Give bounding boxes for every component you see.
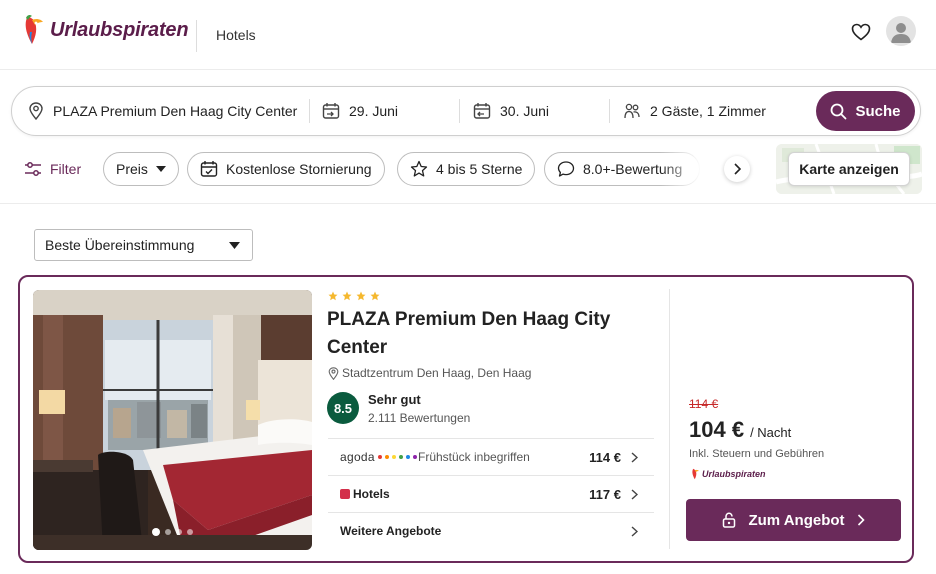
more-offers-label: Weitere Angebote (340, 524, 442, 538)
sort-select[interactable]: Beste Übereinstimmung (34, 229, 253, 261)
chip-label: Preis (116, 161, 148, 177)
top-navigation-bar: Urlaubspiraten Hotels (0, 0, 936, 70)
destination-value: PLAZA Premium Den Haag City Center (53, 103, 298, 119)
star-rating (328, 291, 380, 301)
parrot-logo-icon (692, 468, 699, 480)
header-divider (196, 20, 197, 52)
provider-logo-agoda: agoda (328, 450, 418, 464)
calendar-arrow-icon (473, 103, 491, 119)
star-icon (356, 291, 366, 301)
chip-scroll-fade (660, 150, 720, 188)
carousel-dot[interactable] (152, 528, 160, 536)
hotel-photo[interactable] (33, 290, 312, 550)
offer-price: 117 € (589, 486, 621, 502)
review-count: 2.111 Bewertungen (368, 411, 471, 425)
chevron-right-icon (734, 163, 741, 175)
chevron-right-icon (631, 451, 638, 463)
search-button[interactable]: Suche (816, 91, 915, 131)
sort-selected-value: Beste Übereinstimmung (45, 237, 195, 253)
star-icon (410, 160, 428, 177)
chip-price[interactable]: Preis (103, 152, 179, 186)
carousel-dot[interactable] (187, 529, 193, 535)
provider-name: Hotels (353, 486, 390, 501)
chips-scroll-right-button[interactable] (724, 156, 750, 182)
provider-logo-hotels: Hotels (328, 487, 418, 502)
current-price: 104 € / Nacht (689, 417, 791, 443)
chip-label: 4 bis 5 Sterne (436, 161, 523, 177)
filter-label: Filter (50, 161, 82, 177)
brand-name: Urlaubspiraten (50, 18, 189, 41)
price-unit: / Nacht (750, 425, 792, 440)
section-divider (0, 203, 936, 204)
favorites-button[interactable] (848, 19, 874, 45)
destination-field[interactable]: PLAZA Premium Den Haag City Center (28, 87, 308, 135)
chip-free-cancellation[interactable]: Kostenlose Stornierung (187, 152, 385, 186)
offer-info: Frühstück inbegriffen (418, 450, 530, 464)
search-separator (609, 99, 610, 123)
location-pin-icon (29, 102, 43, 120)
hotel-room-image (33, 290, 312, 550)
hotel-name[interactable]: PLAZA Premium Den Haag City Center (327, 306, 657, 362)
sliders-icon (25, 162, 41, 176)
search-bar: PLAZA Premium Den Haag City Center 29. J… (11, 86, 921, 136)
rating-score-badge: 8.5 (327, 392, 359, 424)
old-price: 114 € (689, 397, 719, 411)
provider-name: agoda (340, 450, 375, 464)
carousel-dot[interactable] (176, 529, 182, 535)
calendar-check-icon (200, 161, 218, 177)
star-icon (328, 291, 338, 301)
price-column-divider (669, 289, 670, 549)
parrot-logo-icon (25, 14, 43, 44)
search-separator (459, 99, 460, 123)
rating-label: Sehr gut (368, 392, 421, 407)
guests-field[interactable]: 2 Gäste, 1 Zimmer (623, 87, 813, 135)
calendar-arrow-icon (322, 103, 340, 119)
search-icon (831, 103, 847, 119)
chevron-right-icon (631, 488, 638, 500)
checkin-field[interactable]: 29. Juni (322, 87, 457, 135)
location-pin-icon (328, 366, 339, 380)
price-value: 104 € (689, 417, 745, 442)
chevron-right-icon (631, 525, 638, 537)
filter-button[interactable]: Filter (24, 158, 81, 180)
more-offers-row[interactable]: Weitere Angebote (328, 512, 654, 549)
location-text: Stadtzentrum Den Haag, Den Haag (342, 366, 532, 380)
chat-bubble-icon (557, 161, 575, 177)
vendor-name: Urlaubspiraten (702, 469, 766, 479)
chip-label: Kostenlose Stornierung (226, 161, 372, 177)
hotel-result-card[interactable]: PLAZA Premium Den Haag City Center Stadt… (18, 275, 914, 563)
caret-down-icon (229, 242, 240, 249)
chip-stars[interactable]: 4 bis 5 Sterne (397, 152, 536, 186)
checkout-field[interactable]: 30. Juni (473, 87, 608, 135)
offer-row-agoda[interactable]: agoda Frühstück inbegriffen 114 € (328, 438, 654, 475)
carousel-dot[interactable] (165, 529, 171, 535)
unlock-icon (723, 512, 736, 528)
go-to-deal-button[interactable]: Zum Angebot (686, 499, 901, 541)
show-map-button[interactable]: Karte anzeigen (788, 152, 910, 186)
brand-logo[interactable]: Urlaubspiraten (22, 10, 189, 50)
hotel-location: Stadtzentrum Den Haag, Den Haag (328, 366, 531, 380)
guests-value: 2 Gäste, 1 Zimmer (650, 103, 766, 119)
offer-row-hotels[interactable]: Hotels 117 € (328, 475, 654, 512)
search-button-label: Suche (855, 102, 901, 120)
offer-price: 114 € (589, 449, 621, 465)
carousel-dots (33, 528, 312, 536)
heart-icon (851, 23, 871, 41)
caret-down-icon (155, 166, 166, 172)
deal-button-label: Zum Angebot (748, 511, 845, 529)
nav-link-hotels[interactable]: Hotels (216, 27, 256, 43)
tax-note: Inkl. Steuern und Gebühren (689, 448, 825, 460)
checkin-value: 29. Juni (349, 103, 399, 119)
checkout-value: 30. Juni (500, 103, 550, 119)
search-separator (309, 99, 310, 123)
star-icon (370, 291, 380, 301)
chevron-right-icon (857, 514, 865, 526)
vendor-logo: Urlaubspiraten (691, 468, 766, 480)
user-avatar-icon[interactable] (886, 16, 916, 46)
guests-icon (624, 103, 640, 119)
star-icon (342, 291, 352, 301)
